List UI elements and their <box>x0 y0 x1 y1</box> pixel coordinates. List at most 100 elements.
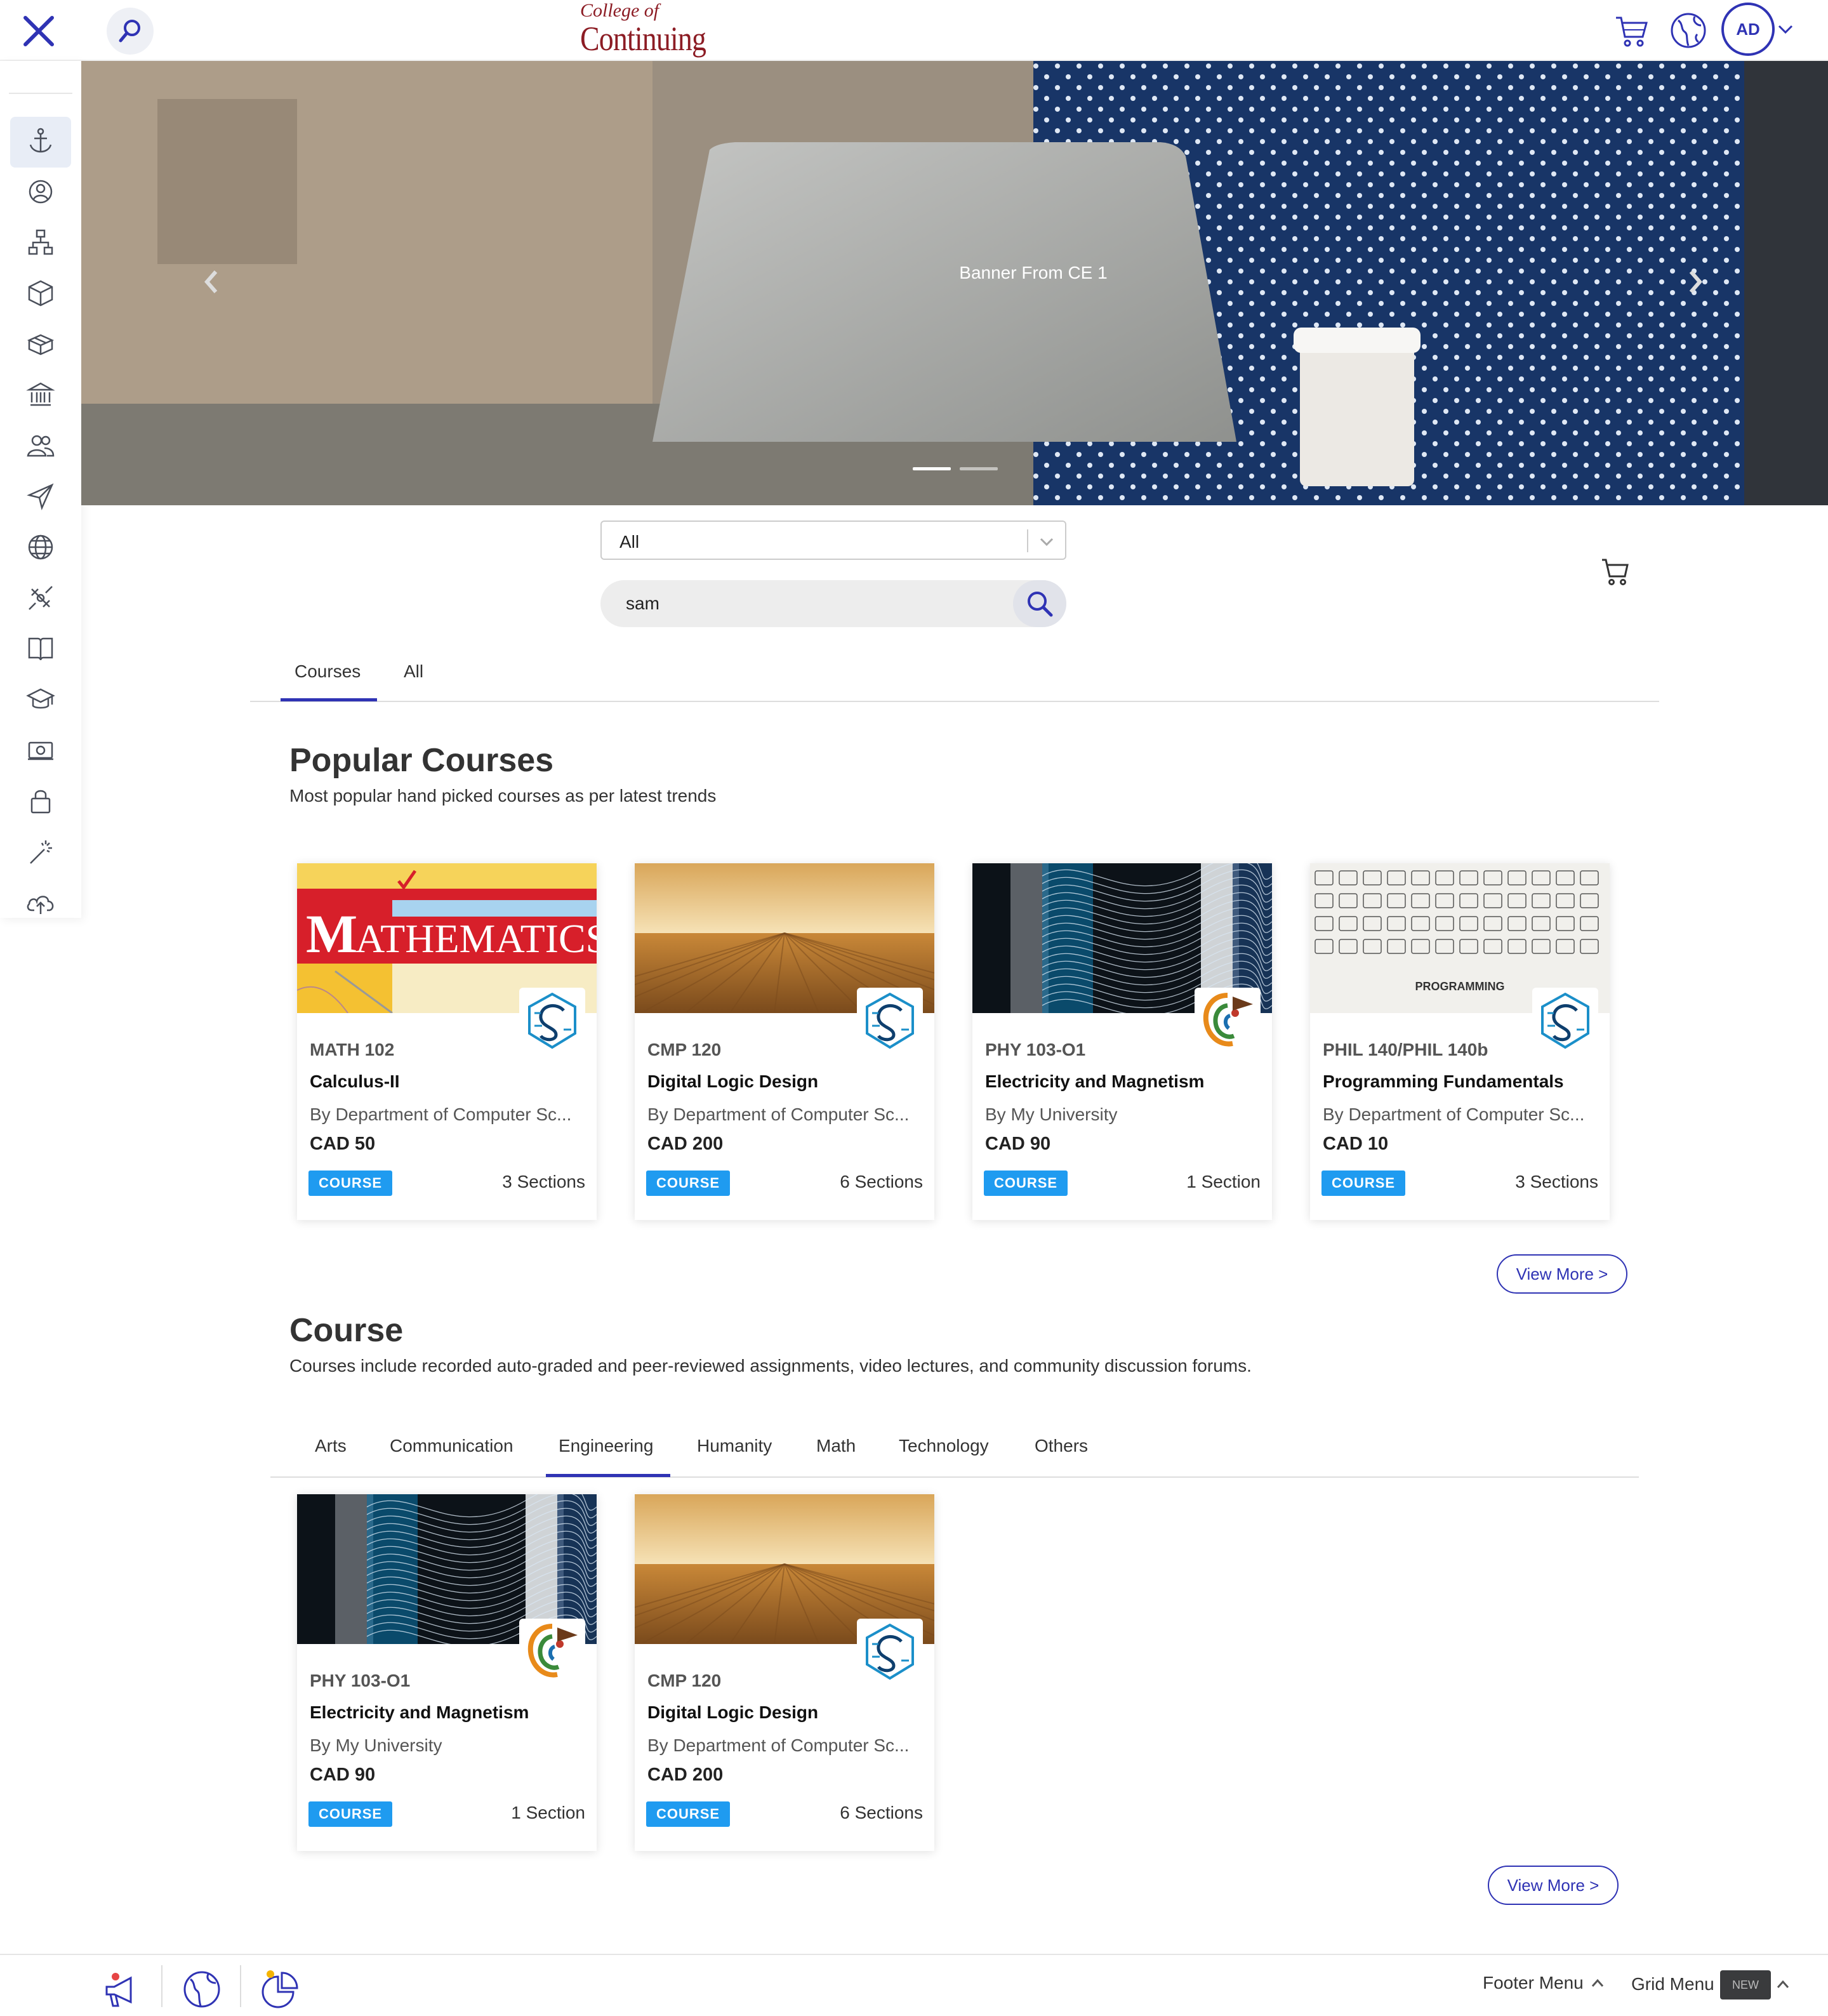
course-card[interactable]: PROGRAMMING PHIL 140/PHIL 140b Programmi… <box>1310 863 1610 1220</box>
sidebar-item-hierarchy[interactable] <box>10 218 71 269</box>
sidebar-item-cloud-upload[interactable] <box>10 879 71 929</box>
provider-logo-icon <box>1532 988 1598 1054</box>
cart-icon[interactable] <box>1613 13 1650 50</box>
sidebar-item-lock[interactable] <box>10 777 71 828</box>
hero-banner: Banner From CE 1 <box>81 61 1828 505</box>
close-icon[interactable] <box>19 11 58 51</box>
popular-view-more-button[interactable]: View More > <box>1497 1254 1627 1294</box>
chevron-right-icon[interactable] <box>1686 269 1705 295</box>
tab-technology[interactable]: Technology <box>899 1436 989 1456</box>
top-bar: College of Continuing Studies AD <box>0 0 1828 97</box>
course-type-badge: COURSE <box>984 1170 1068 1196</box>
tab-all[interactable]: All <box>404 661 423 682</box>
sidebar-item-satellite[interactable] <box>10 574 71 625</box>
globe-icon[interactable] <box>182 1969 222 2010</box>
chevron-left-icon[interactable] <box>202 269 221 295</box>
search-input[interactable] <box>600 580 1066 627</box>
satellite-icon <box>25 583 56 616</box>
sidebar-item-users[interactable] <box>10 421 71 472</box>
chevron-up-icon[interactable] <box>1776 1979 1790 1989</box>
course-code: PHY 103-O1 <box>985 1040 1086 1059</box>
chevron-up-icon[interactable] <box>1591 1978 1605 1988</box>
course-name[interactable]: Programming Fundamentals <box>1323 1071 1564 1092</box>
sidebar-item-user-circle[interactable] <box>10 168 71 218</box>
footer-divider <box>240 1965 241 2007</box>
course-name[interactable]: Calculus-II <box>310 1071 400 1092</box>
course-card[interactable]: PHY 103-O1 Electricity and Magnetism By … <box>297 1494 597 1851</box>
course-provider: By Department of Computer Sc... <box>1323 1104 1585 1124</box>
course-card[interactable]: CMP 120 Digital Logic Design By Departme… <box>635 863 934 1220</box>
tab-others[interactable]: Others <box>1035 1436 1088 1456</box>
course-card[interactable]: PHY 103-O1 Electricity and Magnetism By … <box>972 863 1272 1220</box>
course-view-more-button[interactable]: View More > <box>1488 1866 1619 1905</box>
course-name[interactable]: Electricity and Magnetism <box>985 1071 1204 1092</box>
popular-courses-subtitle: Most popular hand picked courses as per … <box>289 786 717 806</box>
course-sections-count: 6 Sections <box>840 1172 923 1191</box>
globe-icon[interactable] <box>1669 11 1707 50</box>
course-price: CAD 90 <box>310 1765 376 1785</box>
course-type-badge: COURSE <box>308 1801 392 1827</box>
search-icon[interactable] <box>107 8 154 55</box>
course-card[interactable]: M ATHEMATICS MATH 102 Calculus-II By Dep… <box>297 863 597 1220</box>
pie-chart-icon[interactable] <box>259 1968 301 2010</box>
course-sections-count: 3 Sections <box>1515 1172 1598 1191</box>
course-price: CAD 50 <box>310 1134 376 1154</box>
course-price: CAD 200 <box>647 1765 724 1785</box>
sidebar-item-book[interactable] <box>10 625 71 675</box>
course-section-subtitle: Courses include recorded auto-graded and… <box>289 1356 1252 1376</box>
course-card[interactable]: CMP 120 Digital Logic Design By Departme… <box>635 1494 934 1851</box>
carousel-dot[interactable] <box>960 467 998 470</box>
category-select[interactable]: All <box>600 521 1066 560</box>
svg-text:ATHEMATICS: ATHEMATICS <box>355 916 597 961</box>
course-name[interactable]: Digital Logic Design <box>647 1071 818 1092</box>
globe-icon <box>25 532 56 566</box>
graduation-cap-icon <box>25 684 56 718</box>
lock-icon <box>25 786 56 819</box>
package-icon <box>25 329 56 362</box>
sidebar-item-anchor[interactable] <box>10 117 71 168</box>
avatar[interactable]: AD <box>1721 3 1775 56</box>
course-name[interactable]: Digital Logic Design <box>647 1702 818 1723</box>
tab-courses[interactable]: Courses <box>295 661 361 682</box>
sidebar-item-magic-wand[interactable] <box>10 828 71 879</box>
tab-communication[interactable]: Communication <box>390 1436 513 1456</box>
search-icon <box>1028 592 1053 617</box>
course-section-title: Course <box>289 1312 404 1349</box>
category-select-value: All <box>619 532 640 552</box>
provider-logo-icon <box>519 1619 585 1685</box>
sidebar-item-institution[interactable] <box>10 371 71 421</box>
provider-logo-icon <box>1195 988 1261 1054</box>
tab-engineering[interactable]: Engineering <box>559 1436 653 1456</box>
sidebar-item-package[interactable] <box>10 320 71 371</box>
provider-logo-icon <box>519 988 585 1054</box>
footer-menu-label[interactable]: Footer Menu <box>1483 1973 1584 1993</box>
footer-divider <box>161 1965 162 2007</box>
sidebar <box>0 61 81 918</box>
new-badge: NEW <box>1720 1970 1771 1999</box>
course-provider: By My University <box>310 1735 442 1755</box>
course-type-badge: COURSE <box>308 1170 392 1196</box>
course-provider: By Department of Computer Sc... <box>647 1104 910 1124</box>
college-logo[interactable]: College of Continuing Studies <box>580 0 783 97</box>
users-icon <box>25 430 56 464</box>
search-button[interactable] <box>1013 580 1066 627</box>
cart-icon[interactable] <box>1600 556 1631 588</box>
sidebar-item-box[interactable] <box>10 269 71 320</box>
cloud-upload-icon <box>25 887 56 921</box>
tab-arts[interactable]: Arts <box>315 1436 347 1456</box>
sidebar-item-money[interactable] <box>10 726 71 777</box>
sidebar-item-globe[interactable] <box>10 523 71 574</box>
carousel-dot-active[interactable] <box>913 467 951 470</box>
tab-humanity[interactable]: Humanity <box>697 1436 772 1456</box>
sidebar-item-send[interactable] <box>10 472 71 523</box>
course-type-badge: COURSE <box>646 1801 730 1827</box>
grid-menu-label[interactable]: Grid Menu <box>1631 1974 1714 1994</box>
megaphone-icon[interactable] <box>102 1970 142 2011</box>
institution-icon <box>25 380 56 413</box>
chevron-down-icon[interactable] <box>1037 532 1056 551</box>
sidebar-item-graduation-cap[interactable] <box>10 675 71 726</box>
chevron-down-icon[interactable] <box>1777 23 1794 36</box>
select-divider <box>1027 529 1028 552</box>
tab-math[interactable]: Math <box>816 1436 856 1456</box>
course-name[interactable]: Electricity and Magnetism <box>310 1702 529 1723</box>
